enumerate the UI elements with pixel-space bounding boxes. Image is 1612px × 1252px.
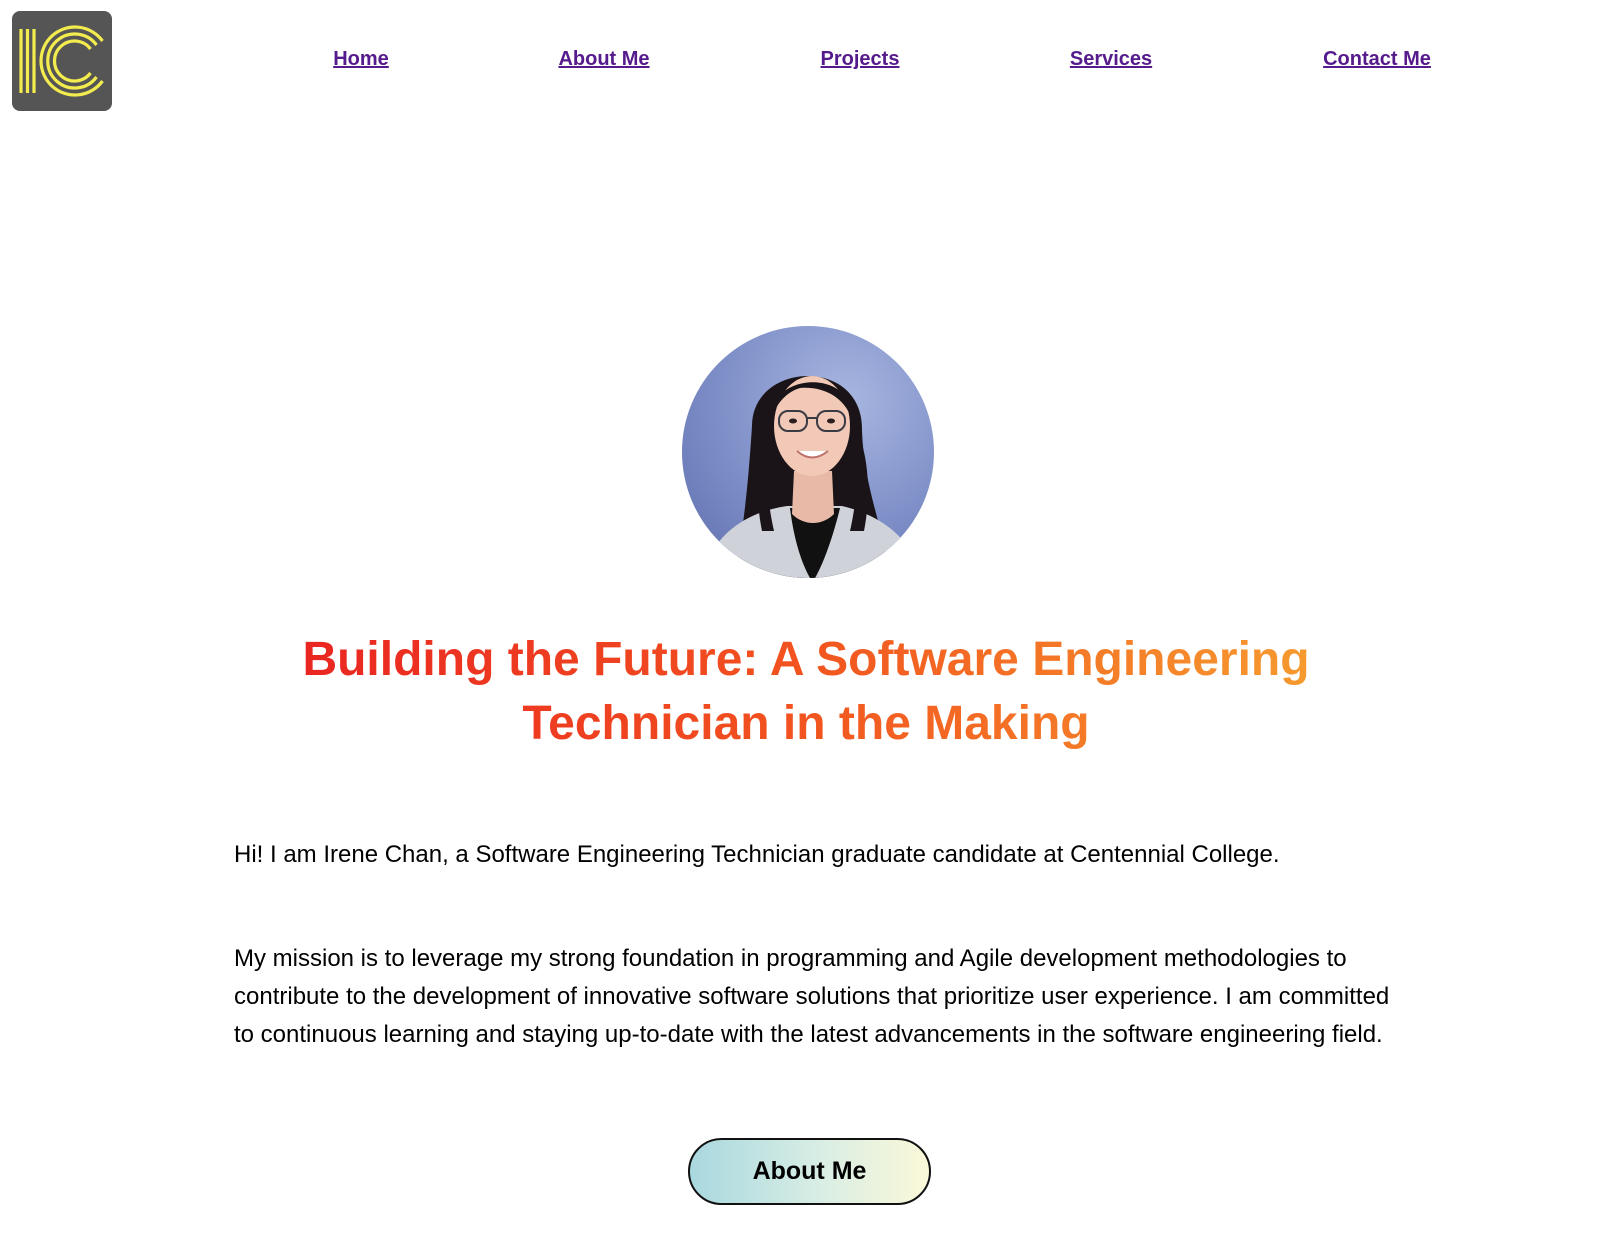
nav-link-about-me[interactable]: About Me: [558, 48, 649, 71]
profile-photo: [682, 326, 934, 578]
nav-link-projects[interactable]: Projects: [821, 48, 900, 71]
nav-link-services[interactable]: Services: [1070, 48, 1152, 71]
mission-paragraph: My mission is to leverage my strong foun…: [234, 945, 1390, 1048]
about-me-button[interactable]: About Me: [688, 1138, 931, 1205]
nav-link-contact-me[interactable]: Contact Me: [1323, 48, 1431, 71]
hero-headline: Building the Future: A Software Engineer…: [200, 628, 1412, 756]
intro-paragraph: Hi! I am Irene Chan, a Software Engineer…: [234, 841, 1280, 868]
main-nav: Home About Me Projects Services Contact …: [0, 48, 1612, 76]
page: Home About Me Projects Services Contact …: [0, 0, 1612, 1252]
nav-link-home[interactable]: Home: [333, 48, 389, 71]
